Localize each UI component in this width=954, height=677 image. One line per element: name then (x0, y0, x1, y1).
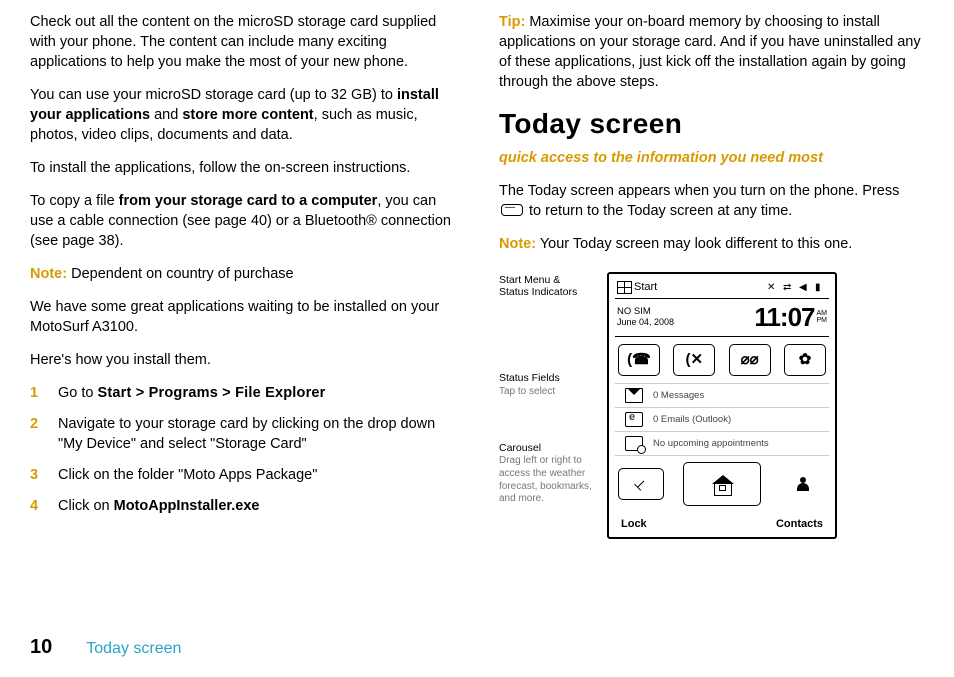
volume-icon: ◀ (799, 282, 811, 292)
label-start-menu: Start Menu & Status Indicators (499, 274, 601, 299)
missed-call-icon: (✕ (673, 344, 715, 376)
connect-icon: ⇄ (783, 282, 795, 292)
footer-title: Today screen (86, 640, 181, 658)
today-screen-figure: Start Menu & Status Indicators Status Fi… (499, 272, 924, 540)
softkey-row: Lock Contacts (615, 514, 829, 537)
home-key-icon (501, 204, 523, 216)
right-column: Tip: Maximise your on-board memory by ch… (499, 12, 924, 539)
outlook-icon: e (625, 412, 643, 427)
sim-status: NO SIM (617, 306, 754, 317)
figure-labels: Start Menu & Status Indicators Status Fi… (499, 272, 607, 540)
envelope-icon (625, 388, 643, 403)
contacts-card-icon (780, 468, 826, 500)
clock: 11:07 (754, 302, 814, 333)
rss-card-icon: ⟂ (618, 468, 664, 500)
list-item: 2Navigate to your storage card by clicki… (30, 414, 455, 454)
list-item: 3Click on the folder "Moto Apps Package" (30, 465, 455, 485)
list-item: 4Click on MotoAppInstaller.exe (30, 496, 455, 516)
left-column: Check out all the content on the microSD… (30, 12, 455, 539)
status-emails: e 0 Emails (Outlook) (615, 407, 829, 431)
note: Note: Your Today screen may look differe… (499, 234, 924, 254)
ordered-list: 1Go to Start > Programs > File Explorer … (30, 383, 455, 516)
quick-buttons: (☎ (✕ ⌀⌀ ✿ (615, 337, 829, 383)
list-item: 1Go to Start > Programs > File Explorer (30, 383, 455, 403)
para: To install the applications, follow the … (30, 158, 455, 178)
phone-mock: Start ✕ ⇄ ◀ ▮ NO SIM June 04, 2008 11:07 (607, 272, 837, 540)
label-carousel: Carousel Drag left or right to access th… (499, 442, 601, 506)
title-bar: Start ✕ ⇄ ◀ ▮ (615, 279, 829, 299)
para: Check out all the content on the microSD… (30, 12, 455, 72)
battery-icon: ▮ (815, 282, 827, 292)
page-footer: 10 Today screen (30, 636, 181, 659)
note: Note: Dependent on country of purchase (30, 264, 455, 284)
call-log-icon: (☎ (618, 344, 660, 376)
para: You can use your microSD storage card (u… (30, 85, 455, 145)
section-subtitle: quick access to the information you need… (499, 148, 924, 168)
para: We have some great applications waiting … (30, 297, 455, 337)
para: The Today screen appears when you turn o… (499, 181, 924, 221)
status-messages: 0 Messages (615, 383, 829, 407)
voicemail-icon: ⌀⌀ (729, 344, 771, 376)
softkey-contacts: Contacts (722, 518, 823, 531)
settings-gear-icon: ✿ (784, 344, 826, 376)
tip: Tip: Maximise your on-board memory by ch… (499, 12, 924, 92)
home-card-icon (683, 462, 761, 506)
para: Here's how you install them. (30, 350, 455, 370)
clock-row: NO SIM June 04, 2008 11:07 AMPM (615, 299, 829, 338)
page-number: 10 (30, 636, 52, 659)
label-status-fields: Status Fields Tap to select (499, 372, 601, 397)
date-label: June 04, 2008 (617, 317, 754, 328)
para: To copy a file from your storage card to… (30, 191, 455, 251)
softkey-lock: Lock (621, 518, 722, 531)
signal-icon: ✕ (767, 282, 779, 292)
section-heading: Today screen (499, 105, 924, 144)
carousel-row: ⟂ (615, 455, 829, 514)
windows-icon (617, 281, 631, 293)
status-appointments: No upcoming appointments (615, 431, 829, 455)
start-label: Start (634, 281, 657, 294)
calendar-clock-icon (625, 436, 643, 451)
